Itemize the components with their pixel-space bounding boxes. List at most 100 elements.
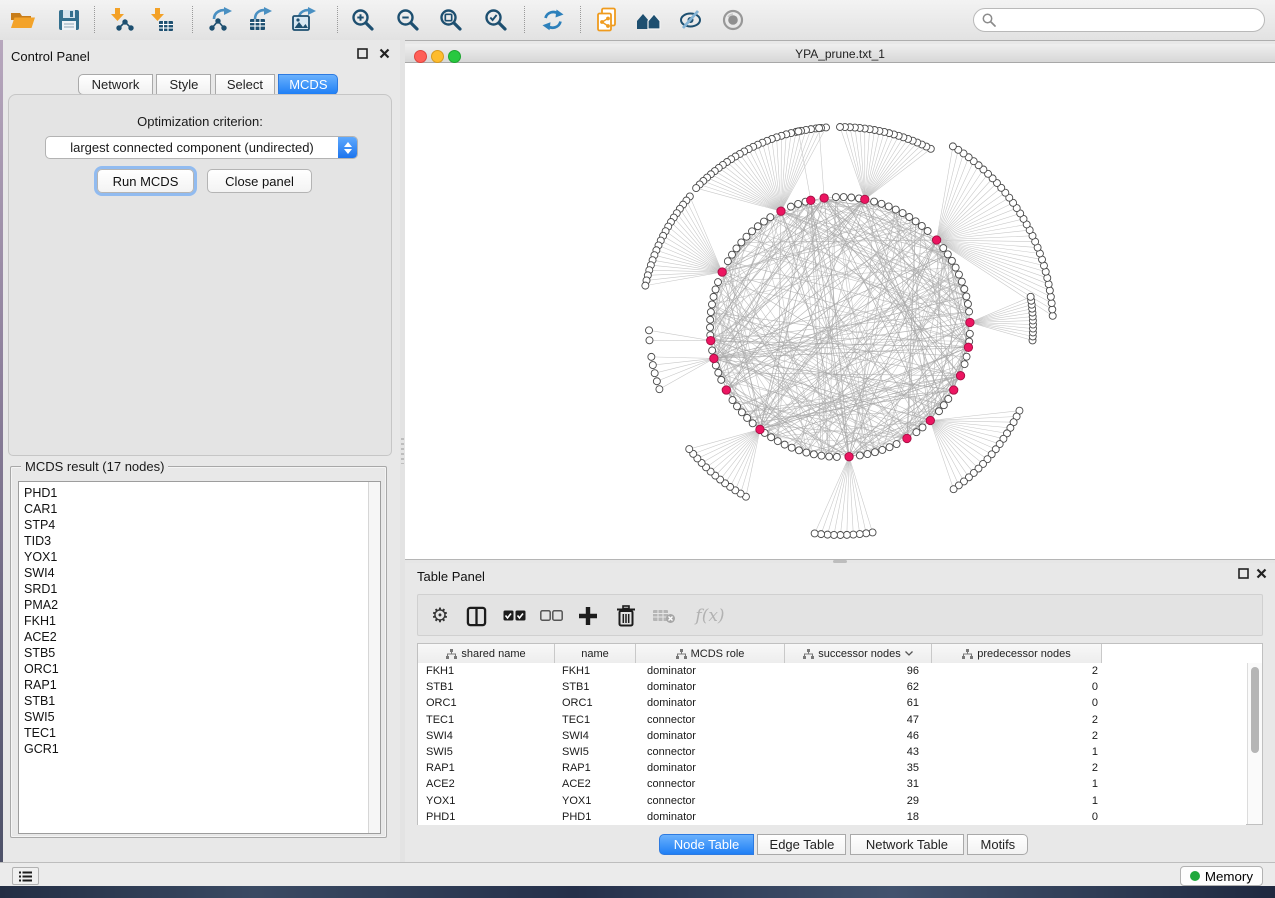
mcds-result-item[interactable]: SRD1	[19, 581, 365, 597]
columns-icon[interactable]	[460, 600, 492, 632]
cell: 2	[932, 730, 1102, 742]
mcds-result-title: MCDS result (17 nodes)	[21, 459, 168, 474]
toolbar-separator	[94, 6, 95, 33]
mcds-result-item[interactable]: SWI4	[19, 565, 365, 581]
import-network-icon[interactable]	[105, 3, 139, 37]
table-row[interactable]: SWI4SWI4dominator462	[418, 728, 1246, 744]
table-row[interactable]: PHD1PHD1dominator180	[418, 809, 1246, 825]
mcds-result-item[interactable]: STP4	[19, 517, 365, 533]
mcds-result-item[interactable]: STB5	[19, 645, 365, 661]
mcds-result-item[interactable]: STB1	[19, 693, 365, 709]
table-row[interactable]: RAP1RAP1dominator352	[418, 760, 1246, 776]
cell: ACE2	[555, 778, 636, 790]
mcds-result-item[interactable]: ORC1	[19, 661, 365, 677]
mcds-result-item[interactable]: PHD1	[19, 485, 365, 501]
tab-select[interactable]: Select	[215, 74, 275, 95]
zoom-fit-icon[interactable]	[434, 3, 468, 37]
search-input[interactable]	[1001, 12, 1256, 28]
column-header-predecessor-nodes[interactable]: predecessor nodes	[932, 644, 1102, 663]
column-header-shared-name[interactable]: shared name	[418, 644, 555, 663]
share-document-icon[interactable]	[590, 3, 624, 37]
mcds-result-item[interactable]: CAR1	[19, 501, 365, 517]
table-row[interactable]: ORC1ORC1dominator610	[418, 695, 1246, 711]
float-window-icon[interactable]	[1238, 568, 1249, 581]
network-canvas[interactable]	[405, 63, 1275, 560]
open-file-icon[interactable]	[6, 3, 40, 37]
run-mcds-button[interactable]: Run MCDS	[97, 169, 194, 193]
cell: RAP1	[555, 762, 636, 774]
search-box[interactable]	[973, 8, 1265, 32]
table-row[interactable]: ACE2ACE2connector311	[418, 776, 1246, 792]
tab-network[interactable]: Network	[78, 74, 153, 95]
cell: ACE2	[418, 778, 555, 790]
mcds-result-item[interactable]: TID3	[19, 533, 365, 549]
table-scrollbar[interactable]	[1247, 663, 1262, 824]
control-panel-tabbar: Network Style Select MCDS	[78, 74, 338, 95]
column-header-successor-nodes[interactable]: successor nodes	[785, 644, 932, 663]
deselect-all-icon[interactable]	[535, 600, 567, 632]
memory-label: Memory	[1205, 869, 1253, 884]
mcds-result-listbox: PHD1CAR1STP4TID3YOX1SWI4SRD1PMA2FKH1ACE2…	[18, 481, 381, 834]
network-window-titlebar[interactable]: YPA_prune.txt_1	[405, 44, 1275, 63]
zoom-out-icon[interactable]	[391, 3, 425, 37]
gear-icon[interactable]: ⚙	[424, 600, 456, 632]
close-window-icon[interactable]	[379, 48, 390, 61]
export-image-icon[interactable]	[287, 3, 321, 37]
fx-icon[interactable]: f(x)	[690, 600, 730, 632]
float-window-icon[interactable]	[357, 48, 368, 61]
cell: FKH1	[555, 665, 636, 677]
close-panel-button[interactable]: Close panel	[207, 169, 312, 193]
export-network-icon[interactable]	[205, 3, 239, 37]
cell: TEC1	[418, 714, 555, 726]
table-row[interactable]: TEC1TEC1connector472	[418, 712, 1246, 728]
node-table: shared namenameMCDS rolesuccessor nodesp…	[417, 643, 1263, 825]
cell: 1	[932, 746, 1102, 758]
table-row[interactable]: YOX1YOX1connector291	[418, 793, 1246, 809]
plus-icon[interactable]	[572, 600, 604, 632]
mcds-result-item[interactable]: PMA2	[19, 597, 365, 613]
select-value: largest connected component (undirected)	[46, 140, 338, 155]
mcds-list-scrollbar[interactable]	[368, 482, 380, 833]
scrollbar-thumb[interactable]	[1251, 667, 1259, 753]
refresh-icon[interactable]	[536, 3, 570, 37]
table-row[interactable]: STB1STB1dominator620	[418, 679, 1246, 695]
memory-button[interactable]: Memory	[1180, 866, 1263, 886]
table-row[interactable]: FKH1FKH1dominator962	[418, 663, 1246, 679]
tab-node-table[interactable]: Node Table	[659, 834, 754, 855]
mcds-result-item[interactable]: RAP1	[19, 677, 365, 693]
control-panel: Control Panel Network Style Select MCDS …	[3, 40, 400, 862]
table-body: FKH1FKH1dominator962STB1STB1dominator620…	[418, 663, 1246, 825]
trash-icon[interactable]	[610, 600, 642, 632]
export-table-icon[interactable]	[244, 3, 278, 37]
show-graphics-icon[interactable]	[716, 3, 750, 37]
tab-edge-table[interactable]: Edge Table	[757, 834, 846, 855]
zoom-selected-icon[interactable]	[479, 3, 513, 37]
mcds-result-item[interactable]: GCR1	[19, 741, 365, 757]
close-window-icon[interactable]	[1256, 568, 1267, 581]
mcds-result-item[interactable]: SWI5	[19, 709, 365, 725]
cell: SWI5	[418, 746, 555, 758]
cell: 2	[932, 762, 1102, 774]
delete-table-icon[interactable]	[648, 600, 680, 632]
tab-style[interactable]: Style	[156, 74, 211, 95]
column-header-MCDS-role[interactable]: MCDS role	[636, 644, 785, 663]
mcds-result-item[interactable]: ACE2	[19, 629, 365, 645]
list-icon[interactable]	[12, 867, 39, 885]
table-row[interactable]: SWI5SWI5connector431	[418, 744, 1246, 760]
shared-column-icon	[446, 649, 457, 659]
mcds-result-item[interactable]: TEC1	[19, 725, 365, 741]
tab-motifs[interactable]: Motifs	[967, 834, 1028, 855]
select-all-icon[interactable]	[498, 600, 530, 632]
optimization-criterion-select[interactable]: largest connected component (undirected)	[45, 136, 358, 159]
mcds-result-item[interactable]: YOX1	[19, 549, 365, 565]
hide-graphics-icon[interactable]	[674, 3, 708, 37]
zoom-in-icon[interactable]	[346, 3, 380, 37]
column-header-name[interactable]: name	[555, 644, 636, 663]
double-house-icon[interactable]	[632, 3, 666, 37]
import-table-icon[interactable]	[145, 3, 179, 37]
cell: dominator	[636, 811, 785, 823]
tab-mcds[interactable]: MCDS	[278, 74, 338, 95]
tab-network-table[interactable]: Network Table	[850, 834, 964, 855]
save-session-icon[interactable]	[52, 3, 86, 37]
mcds-result-item[interactable]: FKH1	[19, 613, 365, 629]
